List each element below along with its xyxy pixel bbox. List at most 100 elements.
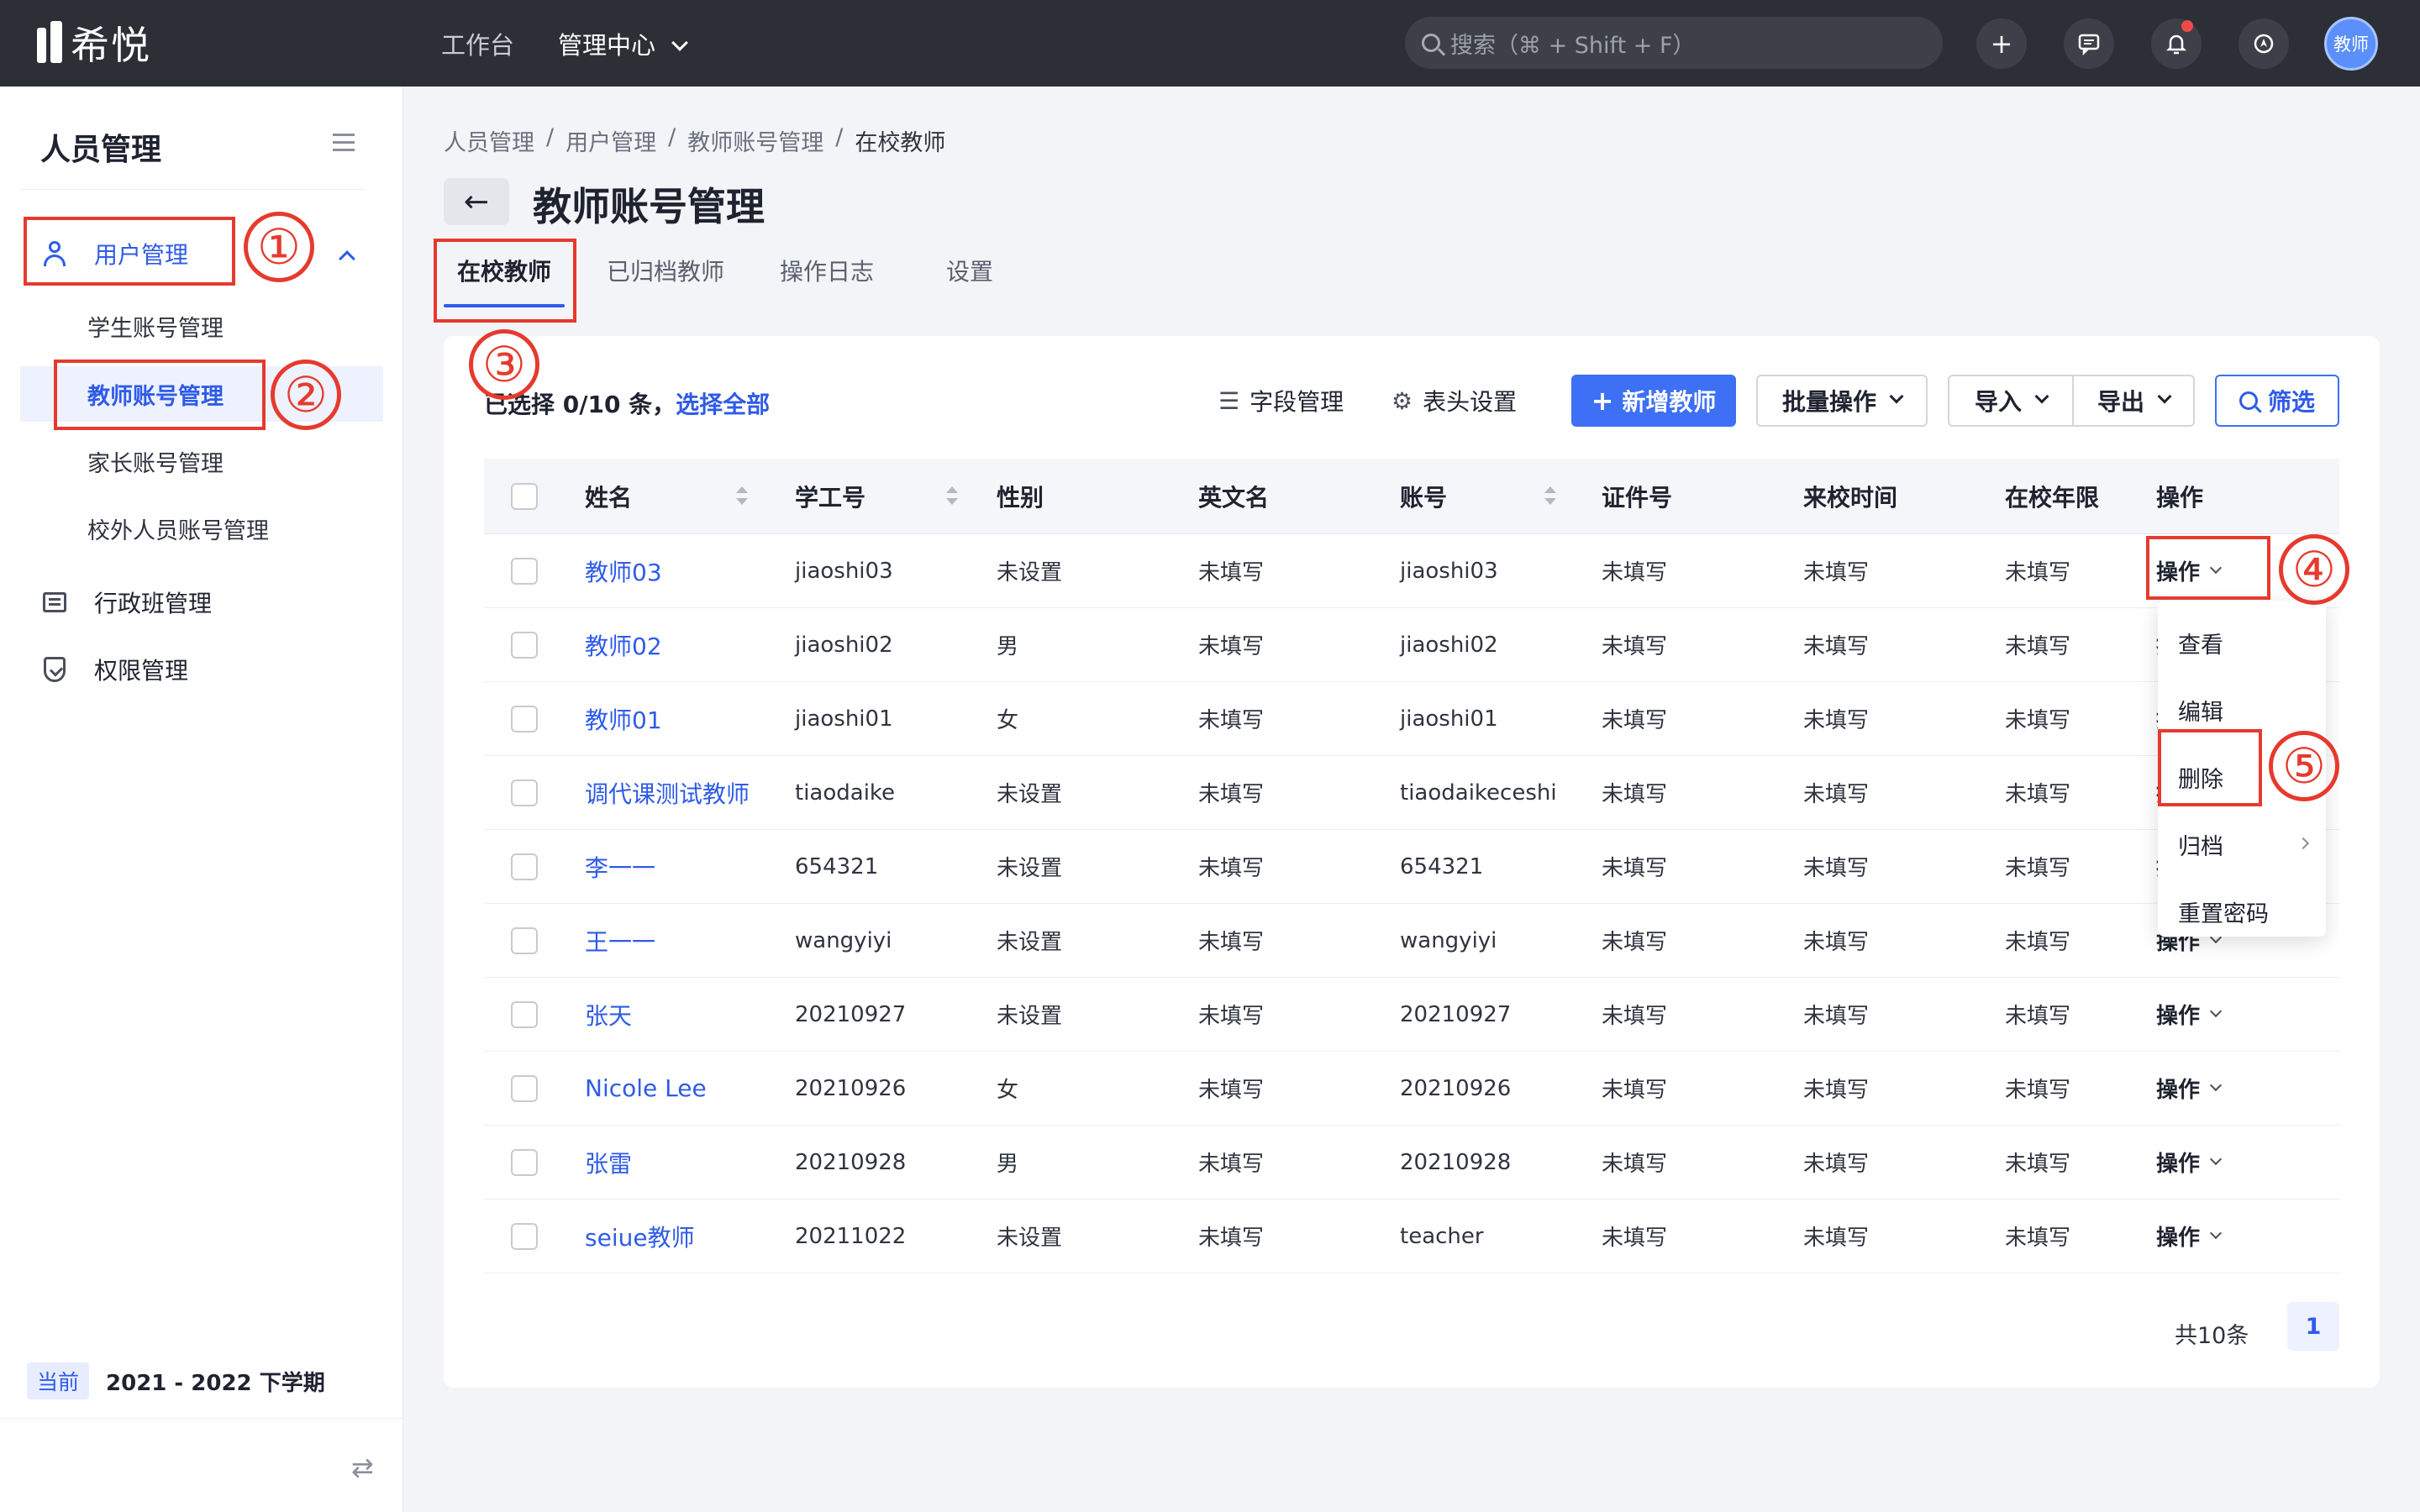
row-checkbox[interactable] [511, 927, 538, 954]
sidebar-item-label: 行政班管理 [94, 590, 213, 617]
teacher-name-link[interactable]: seiue教师 [585, 1224, 695, 1252]
sidebar-item-class-mgmt[interactable]: 行政班管理 [20, 575, 383, 630]
account-cell: jiaoshi01 [1400, 706, 1498, 732]
sort-icon[interactable] [946, 486, 958, 507]
class-icon [43, 592, 66, 612]
breadcrumb-item[interactable]: 教师账号管理 [687, 124, 823, 157]
gear-icon: ⚙ [1392, 386, 1413, 415]
row-checkbox[interactable] [511, 705, 538, 732]
join-date-cell: 未填写 [1803, 1078, 1870, 1103]
col-account[interactable]: 账号 [1400, 480, 1602, 513]
nav-workbench[interactable]: 工作台 [441, 26, 514, 61]
table-row: 张雷 20210928 男 未填写 20210928 未填写 未填写 未填写 操作 [484, 1126, 2339, 1200]
breadcrumb: 人员管理 / 用户管理 / 教师账号管理 / 在校教师 [444, 124, 946, 157]
filter-label: 筛选 [2267, 388, 2315, 416]
staff-id-cell: 654321 [795, 853, 879, 879]
app-logo[interactable]: 希悦 [37, 20, 151, 68]
cert-no-cell: 未填写 [1602, 560, 1668, 585]
row-checkbox[interactable] [511, 631, 538, 659]
col-staff-id[interactable]: 学工号 [795, 480, 997, 513]
row-checkbox[interactable] [511, 779, 538, 806]
compass-icon [2254, 34, 2274, 54]
teacher-name-link[interactable]: Nicole Lee [585, 1074, 707, 1102]
sidebar-item-external-accounts[interactable]: 校外人员账号管理 [20, 501, 383, 556]
menu-item-archive[interactable]: 归档 [2158, 811, 2326, 878]
join-date-cell: 未填写 [1803, 782, 1870, 807]
export-label: 导出 [2096, 388, 2144, 416]
teacher-name-link[interactable]: 张天 [585, 1002, 632, 1030]
back-button[interactable]: ← [444, 178, 509, 225]
notifications-button[interactable] [2151, 18, 2202, 69]
nav-admin-center[interactable]: 管理中心 [558, 26, 688, 61]
add-teacher-button[interactable]: + 新增教师 [1571, 375, 1736, 427]
shield-icon [44, 657, 66, 682]
row-checkbox[interactable] [511, 1148, 538, 1176]
row-actions-dropdown[interactable]: 操作 [2156, 999, 2339, 1030]
menu-item-view[interactable]: 查看 [2158, 609, 2326, 676]
term-selector[interactable]: 当前 2021 - 2022 下学期 [27, 1362, 325, 1399]
apps-button[interactable] [2238, 18, 2289, 69]
messages-button[interactable] [2064, 18, 2114, 69]
breadcrumb-item[interactable]: 用户管理 [566, 124, 656, 157]
export-dropdown[interactable]: 导出 [2072, 375, 2195, 427]
teacher-name-link[interactable]: 李一一 [585, 854, 655, 882]
total-count: 共10条 [2175, 1323, 2249, 1349]
row-actions-dropdown[interactable]: 操作 [2156, 1221, 2339, 1252]
years-cell: 未填写 [2005, 708, 2071, 733]
row-checkbox[interactable] [511, 1222, 538, 1250]
breadcrumb-current: 在校教师 [855, 130, 946, 156]
batch-ops-dropdown[interactable]: 批量操作 [1756, 375, 1928, 427]
sort-icon[interactable] [1544, 486, 1556, 507]
tab-operation-log[interactable]: 操作日志 [766, 252, 887, 311]
teacher-table: 姓名 学工号 性别 英文名 账号 证件号 来校时间 在校年限 操作 教师03 ji… [484, 459, 2339, 1273]
staff-id-cell: jiaoshi03 [795, 558, 893, 584]
teacher-name-link[interactable]: 教师01 [585, 706, 662, 734]
row-checkbox[interactable] [511, 1074, 538, 1102]
breadcrumb-item[interactable]: 人员管理 [444, 124, 534, 157]
teacher-name-link[interactable]: 教师02 [585, 633, 662, 660]
teacher-name-link[interactable]: 王一一 [585, 928, 655, 956]
sidebar-item-student-accounts[interactable]: 学生账号管理 [20, 298, 383, 354]
import-dropdown[interactable]: 导入 [1948, 375, 2074, 427]
english-name-cell: 未填写 [1198, 634, 1265, 659]
row-checkbox[interactable] [511, 853, 538, 880]
tab-settings[interactable]: 设置 [933, 252, 1007, 311]
cert-no-cell: 未填写 [1602, 634, 1668, 659]
table-row: 教师03 jiaoshi03 未设置 未填写 jiaoshi03 未填写 未填写 未填写 操作 [484, 534, 2339, 608]
sidebar-item-label: 权限管理 [94, 657, 189, 685]
years-cell: 未填写 [2005, 560, 2071, 585]
sort-icon[interactable] [736, 486, 748, 507]
teacher-name-link[interactable]: 调代课测试教师 [585, 780, 750, 808]
teacher-name-link[interactable]: 张雷 [585, 1150, 632, 1178]
menu-item-reset-password[interactable]: 重置密码 [2158, 878, 2326, 945]
tab-archived-teachers[interactable]: 已归档教师 [593, 252, 738, 311]
gender-cell: 女 [997, 1078, 1019, 1103]
collapse-sidebar-icon[interactable] [333, 134, 355, 152]
english-name-cell: 未填写 [1198, 930, 1265, 955]
logo-mark-icon [37, 21, 67, 65]
chevron-down-icon [671, 34, 688, 51]
search-input[interactable]: 搜索（⌘ + Shift + F） [1405, 17, 1943, 69]
page-button-1[interactable]: 1 [2287, 1302, 2339, 1351]
select-all-link[interactable]: 选择全部 [676, 391, 770, 418]
avatar[interactable]: 教师 [2324, 17, 2378, 71]
account-cell: tiaodaikeceshi [1400, 780, 1557, 806]
account-cell: 654321 [1400, 853, 1484, 879]
swap-icon[interactable]: ⇄ [351, 1452, 374, 1483]
sidebar-item-permissions[interactable]: 权限管理 [20, 642, 383, 697]
add-button[interactable]: + [1976, 18, 2027, 69]
header-settings-button[interactable]: ⚙ 表头设置 [1392, 375, 1517, 427]
annotation-number-5: ⑤ [2269, 731, 2339, 801]
row-actions-dropdown[interactable]: 操作 [2156, 1073, 2339, 1104]
row-checkbox[interactable] [511, 1000, 538, 1028]
field-mgmt-button[interactable]: ☰ 字段管理 [1218, 375, 1344, 427]
filter-button[interactable]: 筛选 [2215, 375, 2339, 427]
sidebar-item-parent-accounts[interactable]: 家长账号管理 [20, 433, 383, 489]
teacher-name-link[interactable]: 教师03 [585, 559, 662, 586]
col-name[interactable]: 姓名 [585, 480, 795, 513]
account-cell: jiaoshi02 [1400, 632, 1498, 658]
select-all-checkbox[interactable] [511, 482, 538, 510]
row-checkbox[interactable] [511, 557, 538, 585]
row-actions-dropdown[interactable]: 操作 [2156, 1147, 2339, 1178]
chevron-down-icon [2034, 389, 2049, 404]
